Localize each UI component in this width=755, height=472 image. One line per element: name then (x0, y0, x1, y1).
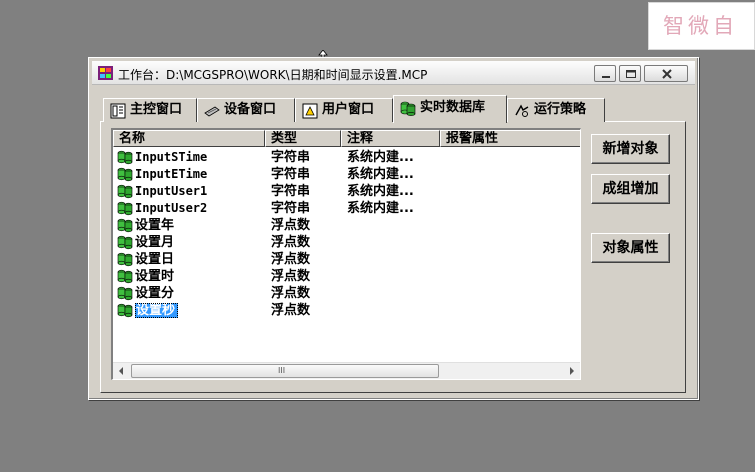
maximize-icon (626, 70, 636, 78)
close-button[interactable] (644, 65, 688, 82)
list-item[interactable]: InputSTime 字符串 系统内建... (113, 149, 580, 166)
watermark-text: 智微自 (663, 14, 738, 38)
item-note: 系统内建... (347, 166, 414, 183)
data-object-icon (117, 286, 133, 301)
data-object-icon (117, 218, 133, 233)
item-name: InputSTime (135, 150, 208, 164)
item-name: 设置月 (135, 235, 175, 250)
object-properties-button[interactable]: 对象属性 (591, 233, 670, 263)
tab-label: 用户窗口 (322, 102, 375, 117)
item-note: 系统内建... (347, 183, 414, 200)
data-object-icon (117, 201, 133, 216)
item-type: 浮点数 (271, 252, 311, 267)
data-object-icon (117, 167, 133, 182)
item-name: 设置秒 (135, 303, 179, 318)
scroll-left-icon[interactable] (113, 363, 130, 379)
column-header-alarm[interactable]: 报警属性 (440, 130, 580, 147)
item-name: 设置时 (135, 269, 175, 284)
workbench-window: 工作台：D:\MCGSPRO\WORK\日期和时间显示设置.MCP 主控窗口 设… (88, 57, 699, 400)
tab-label: 主控窗口 (130, 102, 183, 117)
item-type: 浮点数 (271, 303, 311, 318)
list-item[interactable]: 设置时 浮点数 (113, 268, 580, 285)
item-name: 设置分 (135, 286, 175, 301)
data-object-icon (117, 184, 133, 199)
item-type: 字符串 (271, 150, 311, 165)
item-type: 浮点数 (271, 235, 311, 250)
tab-label: 运行策略 (534, 102, 587, 117)
list-item[interactable]: 设置年 浮点数 (113, 217, 580, 234)
scrollbar-thumb[interactable]: III (131, 364, 439, 378)
list-header: 名称 类型 注释 报警属性 (113, 130, 580, 147)
list-item[interactable]: InputETime 字符串 系统内建... (113, 166, 580, 183)
tab-label: 实时数据库 (420, 100, 486, 115)
list-item[interactable]: InputUser1 字符串 系统内建... (113, 183, 580, 200)
item-type: 字符串 (271, 201, 311, 216)
item-note-text: 系统内建... (347, 150, 414, 165)
item-note-text: 系统内建... (347, 184, 414, 199)
item-name: InputUser1 (135, 184, 208, 198)
item-name: 设置日 (135, 252, 175, 267)
data-object-icon (117, 269, 133, 284)
item-type: 浮点数 (271, 286, 311, 301)
item-name: InputETime (135, 167, 208, 181)
scrollbar-grip: III (278, 366, 286, 375)
column-header-name[interactable]: 名称 (113, 130, 265, 147)
data-object-icon (117, 235, 133, 250)
strategy-icon (515, 104, 529, 117)
group-add-button[interactable]: 成组增加 (591, 174, 670, 204)
close-icon (662, 69, 672, 79)
main-window-icon (110, 103, 126, 119)
item-note: 系统内建... (347, 149, 414, 166)
tab-label: 设备窗口 (224, 102, 277, 117)
tab-device-window[interactable]: 设备窗口 (197, 98, 295, 122)
item-type: 浮点数 (271, 269, 311, 284)
data-object-icon (117, 150, 133, 165)
horizontal-scrollbar[interactable]: III (113, 362, 580, 379)
tab-user-window[interactable]: 用户窗口 (295, 98, 393, 122)
item-type: 浮点数 (271, 218, 311, 233)
data-object-icon (117, 303, 133, 318)
tab-realtime-database[interactable]: 实时数据库 (393, 95, 507, 123)
list-rows: InputSTime 字符串 系统内建... InputETime 字符串 系统… (113, 149, 580, 319)
database-icon (400, 101, 416, 116)
maximize-button[interactable] (619, 65, 641, 82)
item-name: InputUser2 (135, 201, 208, 215)
watermark: 智微自 (648, 2, 755, 50)
list-item[interactable]: 设置月 浮点数 (113, 234, 580, 251)
device-icon (204, 106, 220, 117)
variable-list[interactable]: 名称 类型 注释 报警属性 InputSTime 字符串 系统内建... Inp… (111, 128, 581, 380)
list-item[interactable]: 设置分 浮点数 (113, 285, 580, 302)
list-item[interactable]: 设置日 浮点数 (113, 251, 580, 268)
item-note-text: 系统内建... (347, 167, 414, 182)
scroll-right-icon[interactable] (563, 363, 580, 379)
minimize-button[interactable] (594, 65, 616, 82)
tab-main-window[interactable]: 主控窗口 (103, 98, 197, 122)
tab-run-strategy[interactable]: 运行策略 (507, 98, 605, 122)
item-name: 设置年 (135, 218, 175, 233)
user-window-icon (302, 103, 318, 119)
title-bar[interactable]: 工作台：D:\MCGSPRO\WORK\日期和时间显示设置.MCP (92, 61, 695, 85)
item-type: 字符串 (271, 184, 311, 199)
column-header-type[interactable]: 类型 (265, 130, 341, 147)
window-title: 工作台：D:\MCGSPRO\WORK\日期和时间显示设置.MCP (118, 68, 428, 82)
minimize-icon (602, 76, 610, 78)
add-object-button[interactable]: 新增对象 (591, 134, 670, 164)
item-type: 字符串 (271, 167, 311, 182)
data-object-icon (117, 252, 133, 267)
tab-strip: 主控窗口 设备窗口 用户窗口 实时数据库 运行策略 (103, 95, 623, 123)
column-header-note[interactable]: 注释 (341, 130, 440, 147)
item-note: 系统内建... (347, 200, 414, 217)
app-icon (98, 66, 113, 80)
list-item[interactable]: InputUser2 字符串 系统内建... (113, 200, 580, 217)
item-note-text: 系统内建... (347, 201, 414, 216)
list-item-selected[interactable]: 设置秒 浮点数 (113, 302, 580, 319)
